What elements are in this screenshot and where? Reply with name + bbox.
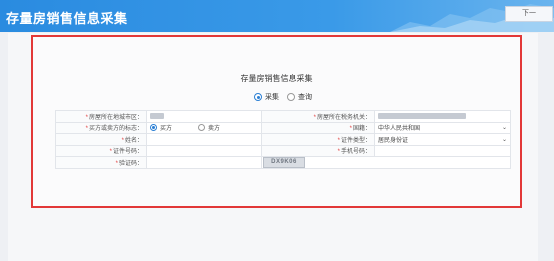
name-input[interactable]: [146, 133, 262, 146]
radio-collect-label: 采集: [265, 94, 279, 101]
tax-office-label: *房屋所在税务机关：: [261, 110, 375, 123]
id-type-select[interactable]: 居民身份证 ⌄: [374, 133, 511, 146]
form-title: 存量房销售信息采集: [240, 74, 313, 83]
nationality-label: *国籍：: [261, 121, 375, 134]
radio-query-indicator[interactable]: [287, 93, 295, 101]
chevron-down-icon: ⌄: [501, 125, 507, 132]
district-field[interactable]: [146, 110, 262, 123]
next-button[interactable]: 下一: [505, 6, 553, 22]
id-type-label: *证件类型：: [261, 133, 375, 146]
form-row: *房屋所在地城市区： *房屋所在税务机关：: [55, 110, 511, 123]
app-title: 存量房销售信息采集: [6, 11, 128, 26]
radio-buyer-indicator[interactable]: [150, 124, 157, 132]
captcha-cell: DX9K06: [261, 156, 511, 169]
captcha-label: *验证码：: [55, 156, 147, 169]
form-grid: *房屋所在地城市区： *房屋所在税务机关： *买方或卖方的标志： 买方 卖方 *…: [55, 110, 511, 169]
phone-label: *手机号码：: [261, 144, 375, 157]
phone-input[interactable]: [374, 144, 511, 157]
district-label: *房屋所在地城市区：: [55, 110, 147, 123]
party-radio-group: 买方 卖方: [146, 121, 262, 134]
tax-office-field[interactable]: [374, 110, 511, 123]
radio-seller-label: 卖方: [208, 126, 221, 133]
id-number-input[interactable]: [146, 144, 262, 157]
radio-query[interactable]: 查询: [287, 92, 312, 102]
name-label: *姓名：: [55, 133, 147, 146]
radio-seller-indicator[interactable]: [198, 124, 206, 132]
form-row: *证件号码： *手机号码：: [55, 144, 511, 157]
radio-query-label: 查询: [298, 94, 312, 101]
nationality-value: 中华人民共和国: [378, 126, 421, 133]
nationality-select[interactable]: 中华人民共和国 ⌄: [374, 121, 511, 134]
radio-collect-indicator[interactable]: [254, 93, 262, 101]
chevron-down-icon: ⌄: [501, 136, 507, 143]
id-number-label: *证件号码：: [55, 144, 147, 157]
form-row: *验证码： DX9K06: [55, 156, 511, 169]
form-panel: 存量房销售信息采集 采集 查询 *房屋所在地城市区： *房屋所在税务机关： *买…: [31, 35, 522, 208]
radio-collect[interactable]: 采集: [254, 92, 279, 102]
mode-radio-group: 采集 查询: [33, 92, 520, 106]
party-label: *买方或卖方的标志：: [55, 121, 147, 134]
captcha-image[interactable]: DX9K06: [263, 157, 305, 168]
captcha-input[interactable]: [146, 156, 262, 169]
form-row: *买方或卖方的标志： 买方 卖方 *国籍： 中华人民共和国 ⌄: [55, 121, 511, 134]
app-header-banner: 存量房销售信息采集 下一: [0, 0, 554, 32]
form-row: *姓名： *证件类型： 居民身份证 ⌄: [55, 133, 511, 146]
id-type-value: 居民身份证: [378, 137, 409, 144]
radio-buyer-label: 买方: [160, 126, 173, 133]
